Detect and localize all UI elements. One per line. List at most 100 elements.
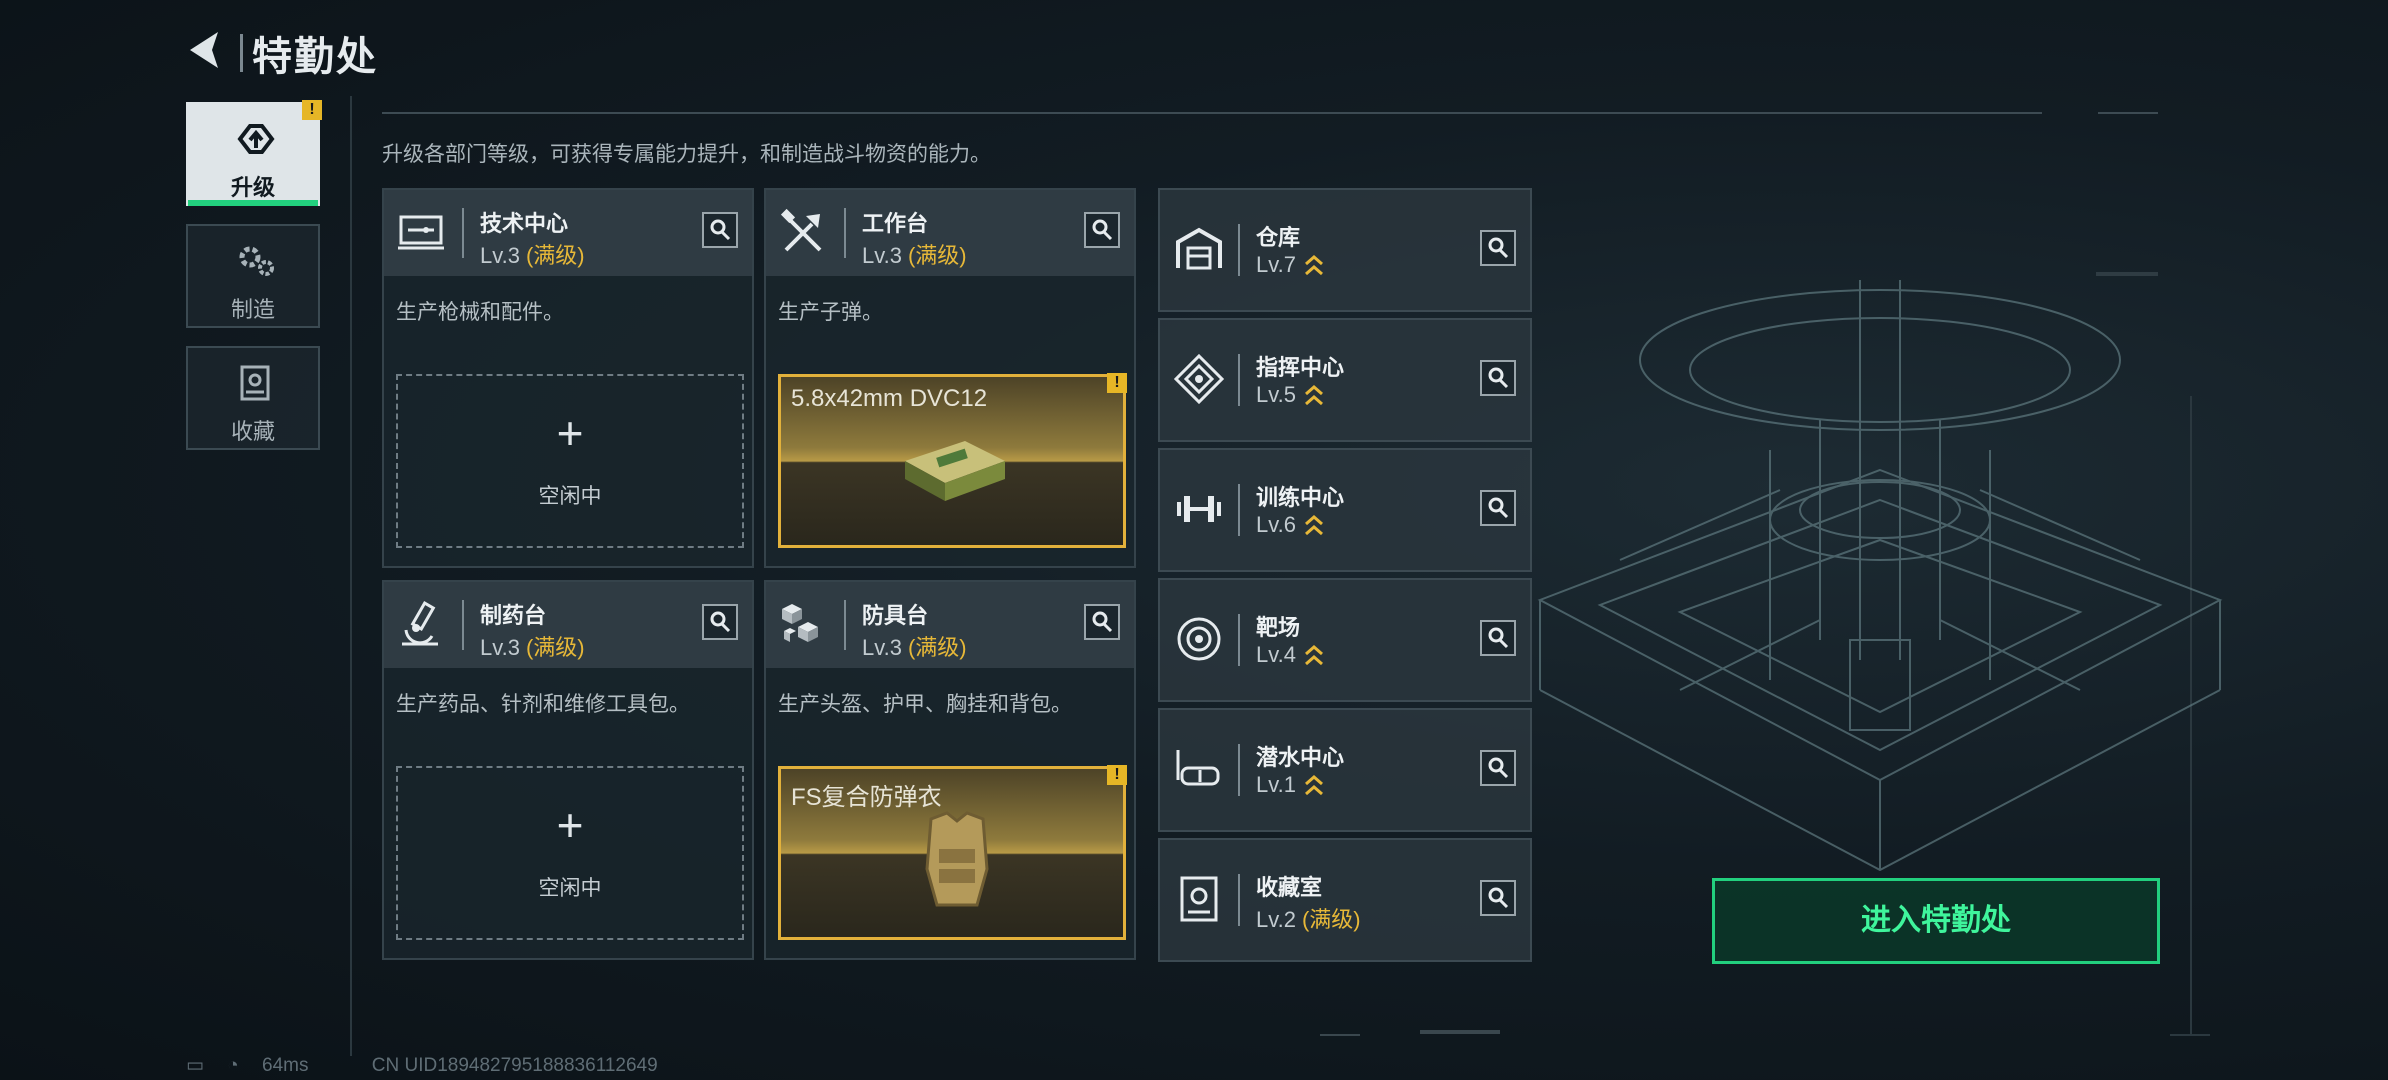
facility-description: 生产药品、针剂和维修工具包。 xyxy=(396,693,690,716)
battery-icon: ▭ xyxy=(186,1055,204,1076)
facility-card-command-center[interactable]: 指挥中心 Lv.5 xyxy=(1158,318,1532,442)
production-slot-idle[interactable]: + 空闲中 xyxy=(396,374,744,548)
add-icon: + xyxy=(556,407,584,459)
inspect-button[interactable] xyxy=(1084,604,1120,640)
production-slot-idle[interactable]: + 空闲中 xyxy=(396,766,744,940)
wifi-icon: ◔ xyxy=(227,1055,239,1076)
facility-name: 收藏室 xyxy=(1256,875,1323,900)
back-arrow-icon xyxy=(190,32,218,68)
level-value: Lv.1 xyxy=(1256,772,1296,797)
item-name: 5.8x42mm DVC12 xyxy=(791,385,988,412)
max-level-label: (满级) xyxy=(525,243,585,268)
facility-level: Lv.1 xyxy=(1256,772,1324,798)
card-separator xyxy=(1238,354,1240,406)
inspect-button[interactable] xyxy=(1480,490,1516,526)
production-slot-item[interactable]: 5.8x42mm DVC12 ! xyxy=(778,373,1127,548)
search-icon xyxy=(1092,611,1113,633)
max-level-label: (满级) xyxy=(525,635,585,660)
level-value: Lv.2 xyxy=(1256,907,1296,932)
facility-card-armor-bench[interactable]: 防具台 Lv.3 (满级) 生产头盔、护甲、胸挂和背包。 FS复合防弹衣 ! xyxy=(764,580,1136,960)
card-separator xyxy=(1238,224,1240,276)
search-icon xyxy=(710,611,731,633)
facility-card-diving-center[interactable]: 潜水中心 Lv.1 xyxy=(1158,708,1532,832)
command-center-icon xyxy=(1173,353,1225,405)
back-button[interactable] xyxy=(182,24,232,76)
level-value: Lv.5 xyxy=(1256,382,1296,407)
facility-level: Lv.5 xyxy=(1256,382,1324,408)
facility-card-training-center[interactable]: 训练中心 Lv.6 xyxy=(1158,448,1532,572)
frame-line xyxy=(350,96,352,1056)
card-header: 防具台 Lv.3 (满级) xyxy=(766,582,1134,668)
inspect-button[interactable] xyxy=(1480,230,1516,266)
enter-special-services-button[interactable]: 进入特勤处 xyxy=(1712,878,2160,964)
card-separator xyxy=(462,208,464,258)
tab-label: 收藏 xyxy=(230,419,275,444)
card-separator xyxy=(1238,614,1240,666)
facility-name: 防具台 xyxy=(862,603,929,628)
max-level-label: (满级) xyxy=(1301,907,1361,932)
inspect-button[interactable] xyxy=(702,212,738,248)
max-level-label: (满级) xyxy=(907,243,967,268)
search-icon xyxy=(710,219,731,241)
tab-collection[interactable]: 收藏 xyxy=(186,346,320,450)
title-divider xyxy=(240,34,243,72)
facility-level: Lv.6 xyxy=(1256,512,1324,538)
facility-name: 工作台 xyxy=(862,211,929,236)
card-separator xyxy=(1238,744,1240,796)
alert-badge: ! xyxy=(1107,765,1127,785)
slot-status: 空闲中 xyxy=(538,877,602,900)
inspect-button[interactable] xyxy=(1480,880,1516,916)
search-icon xyxy=(1488,757,1509,779)
facility-card-tech-center[interactable]: 技术中心 Lv.3 (满级) 生产枪械和配件。 + 空闲中 xyxy=(382,188,754,568)
alert-badge: ! xyxy=(1107,373,1127,393)
production-slot-item[interactable]: FS复合防弹衣 ! xyxy=(778,765,1127,940)
add-icon: + xyxy=(556,799,584,851)
inspect-button[interactable] xyxy=(1480,750,1516,786)
page-description: 升级各部门等级，可获得专属能力提升，和制造战斗物资的能力。 xyxy=(382,143,991,166)
facility-name: 潜水中心 xyxy=(1256,745,1345,770)
level-value: Lv.4 xyxy=(1256,642,1296,667)
facility-card-shooting-range[interactable]: 靶场 Lv.4 xyxy=(1158,578,1532,702)
ammo-box-image xyxy=(905,441,1005,501)
inspect-button[interactable] xyxy=(1480,360,1516,396)
tab-label: 制造 xyxy=(230,297,275,322)
card-header: 制药台 Lv.3 (满级) xyxy=(384,582,752,668)
search-icon xyxy=(1488,237,1509,259)
card-separator xyxy=(462,600,464,650)
body-armor-image xyxy=(925,811,989,907)
facility-card-warehouse[interactable]: 仓库 Lv.7 xyxy=(1158,188,1532,312)
level-value: Lv.3 xyxy=(480,635,520,660)
search-icon xyxy=(1092,219,1113,241)
facility-level: Lv.3 (满级) xyxy=(480,630,585,662)
facility-level: Lv.2 (满级) xyxy=(1256,902,1361,934)
facility-level: Lv.3 (满级) xyxy=(862,630,967,662)
inspect-button[interactable] xyxy=(702,604,738,640)
base-hologram-illustration xyxy=(1537,280,2223,872)
monitor-icon xyxy=(396,208,446,258)
facility-description: 生产子弹。 xyxy=(778,301,883,324)
inspect-button[interactable] xyxy=(1480,620,1516,656)
status-bar: ▭ ◔ 64ms CN UID18948279518883611264​9 xyxy=(186,1054,676,1077)
tab-label: 升级 xyxy=(230,175,275,200)
header-divider xyxy=(2098,112,2158,114)
level-value: Lv.3 xyxy=(480,243,520,268)
frame-line xyxy=(1320,1034,1360,1036)
alert-badge: ! xyxy=(302,100,322,120)
inspect-button[interactable] xyxy=(1084,212,1120,248)
frame-line xyxy=(1420,1030,1500,1034)
tab-upgrade[interactable]: 升级 ! xyxy=(186,100,322,206)
card-separator xyxy=(1238,874,1240,926)
card-header: 工作台 Lv.3 (满级) xyxy=(766,190,1134,276)
upgrade-available-icon xyxy=(1304,385,1323,406)
level-value: Lv.6 xyxy=(1256,512,1296,537)
facility-level: Lv.7 xyxy=(1256,252,1324,278)
level-value: Lv.3 xyxy=(862,243,902,268)
level-value: Lv.3 xyxy=(862,635,902,660)
max-level-label: (满级) xyxy=(907,635,967,660)
upgrade-available-icon xyxy=(1304,255,1323,276)
facility-card-workbench[interactable]: 工作台 Lv.3 (满级) 生产子弹。 5.8x42mm DVC12 ! xyxy=(764,188,1136,568)
tab-manufacture[interactable]: 制造 xyxy=(186,224,320,328)
facility-card-pharmacy[interactable]: 制药台 Lv.3 (满级) 生产药品、针剂和维修工具包。 + 空闲中 xyxy=(382,580,754,960)
facility-card-collection-room[interactable]: 收藏室 Lv.2 (满级) xyxy=(1158,838,1532,962)
slot-status: 空闲中 xyxy=(538,485,602,508)
